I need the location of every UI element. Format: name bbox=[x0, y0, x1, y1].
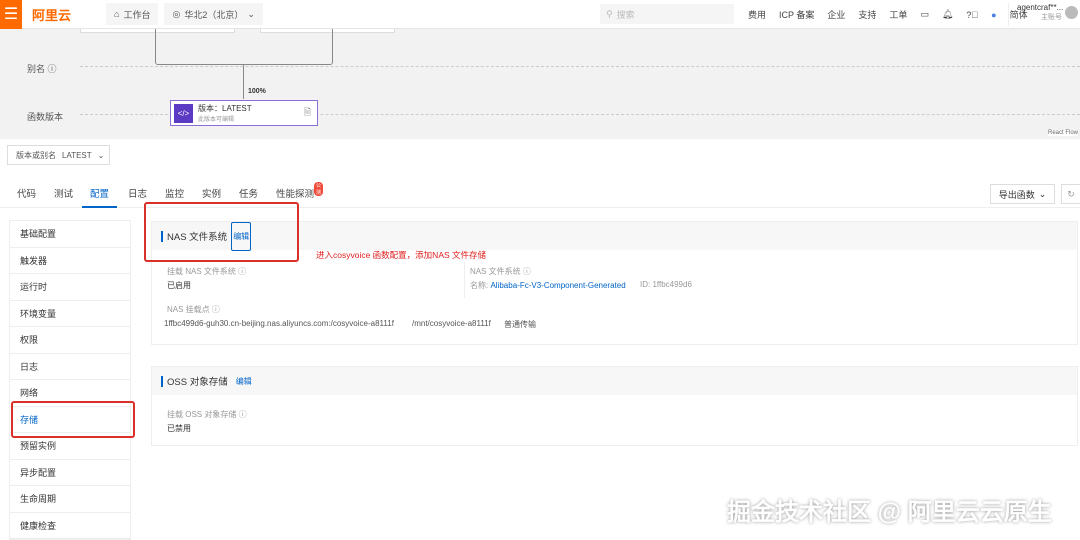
file-icon[interactable]: 🗎 bbox=[304, 105, 311, 121]
tab-code[interactable]: 代码 bbox=[17, 186, 36, 200]
traffic-percent: 100% bbox=[248, 88, 266, 95]
help-icon[interactable]: ?⃝ bbox=[966, 10, 978, 20]
nav-fee[interactable]: 费用 bbox=[748, 8, 766, 21]
refresh-icon: ↻ bbox=[1067, 189, 1075, 199]
nav-enterprise[interactable]: 企业 bbox=[827, 8, 845, 21]
tab-test[interactable]: 测试 bbox=[54, 186, 73, 200]
tab-instances[interactable]: 实例 bbox=[202, 186, 221, 200]
tab-tasks[interactable]: 任务 bbox=[239, 186, 258, 200]
nas-fs-label: NAS 文件系统 ⓘ bbox=[470, 267, 531, 276]
nas-fs-link[interactable]: Alibaba-Fc-V3-Component-Generated bbox=[490, 281, 625, 290]
version-label: 函数版本 bbox=[27, 112, 64, 122]
chevron-down-icon: ⌄ bbox=[247, 8, 255, 19]
search-input[interactable]: ⚲ 搜索 bbox=[600, 4, 734, 24]
config-sidebar: 基础配置 触发器 运行时 环境变量 权限 日志 网络 存储 预留实例 异步配置 … bbox=[9, 220, 131, 540]
beta-badge: 公测 bbox=[314, 182, 324, 196]
node-title: 版本：LATEST bbox=[198, 104, 252, 113]
alias-label: 别名 ⓘ bbox=[27, 64, 57, 74]
watermark: 掘金技术社区 @ 阿里云云原生 bbox=[727, 499, 1052, 526]
sidebar-item-async[interactable]: 异步配置 bbox=[10, 460, 130, 486]
highlight-box-storage bbox=[11, 401, 135, 438]
logo[interactable]: 阿里云 bbox=[32, 5, 100, 24]
avatar bbox=[1065, 6, 1078, 19]
nas-transport: 普通传输 bbox=[504, 320, 536, 329]
select-value: LATEST bbox=[62, 150, 92, 160]
export-function-button[interactable]: 导出函数 ⌄ bbox=[990, 184, 1055, 204]
oss-mount-label: 挂载 OSS 对象存储 ⓘ bbox=[167, 410, 247, 419]
nav-icp[interactable]: ICP 备案 bbox=[779, 8, 814, 21]
code-icon: </> bbox=[174, 103, 193, 123]
sidebar-item-basic[interactable]: 基础配置 bbox=[10, 221, 130, 248]
nas-mount-point-label: NAS 挂载点 ⓘ bbox=[167, 305, 220, 314]
version-alias-select[interactable]: 版本或别名 LATEST ⌄ bbox=[7, 145, 110, 165]
region-select[interactable]: ◎ 华北2（北京） ⌄ bbox=[164, 3, 263, 25]
tab-config[interactable]: 配置 bbox=[82, 186, 118, 208]
bell-icon[interactable]: 🔔︎ bbox=[942, 9, 953, 20]
username: agentcraf**... bbox=[1017, 3, 1064, 12]
user-menu[interactable]: agentcraf**... 主账号 bbox=[1008, 3, 1080, 26]
nas-mount-value: 已启用 bbox=[167, 281, 191, 290]
sidebar-item-health[interactable]: 健康检查 bbox=[10, 513, 130, 539]
menu-icon[interactable]: ☰ bbox=[0, 0, 22, 29]
sidebar-item-permissions[interactable]: 权限 bbox=[10, 327, 130, 354]
export-label: 导出函数 bbox=[998, 189, 1035, 200]
oss-mount-value: 已禁用 bbox=[167, 424, 191, 433]
select-label: 版本或别名 bbox=[16, 150, 56, 160]
annotation-text: 进入cosyvoice 函数配置，添加NAS 文件存储 bbox=[316, 250, 487, 260]
nas-fs-id: ID: 1ffbc499d6 bbox=[640, 280, 692, 289]
version-flow-canvas[interactable]: 别名 ⓘ 函数版本 100% </> 版本：LATEST 此版本可编辑 🗎 Rea… bbox=[0, 29, 1080, 139]
nas-mount-point: 1ffbc499d6-guh30.cn-beijing.nas.aliyuncs… bbox=[164, 319, 394, 328]
node-subtitle: 此版本可编辑 bbox=[198, 117, 235, 123]
assistant-icon[interactable]: ● bbox=[991, 10, 996, 20]
nav-ticket[interactable]: 工单 bbox=[889, 8, 907, 21]
version-node-latest[interactable]: </> 版本：LATEST 此版本可编辑 🗎 bbox=[170, 100, 318, 126]
refresh-button[interactable]: ↻ bbox=[1061, 184, 1080, 204]
chevron-down-icon: ⌄ bbox=[97, 150, 105, 160]
terminal-icon[interactable]: ▭ bbox=[920, 9, 929, 20]
oss-edit-link[interactable]: 编辑 bbox=[236, 376, 252, 387]
nav-support[interactable]: 支持 bbox=[858, 8, 876, 21]
workbench-label: 工作台 bbox=[123, 9, 151, 20]
nas-local-path: /mnt/cosyvoice-a8111f bbox=[412, 319, 491, 328]
oss-title: OSS 对象存储 bbox=[167, 377, 228, 388]
react-flow-attribution[interactable]: React Flow bbox=[1047, 130, 1078, 136]
oss-card: OSS 对象存储 编辑 挂载 OSS 对象存储 ⓘ 已禁用 bbox=[151, 366, 1078, 446]
search-placeholder: 搜索 bbox=[616, 9, 635, 20]
tab-perf[interactable]: 性能探测 公测 bbox=[276, 182, 324, 200]
sidebar-item-triggers[interactable]: 触发器 bbox=[10, 248, 130, 274]
sidebar-item-env[interactable]: 环境变量 bbox=[10, 301, 130, 327]
sidebar-item-runtime[interactable]: 运行时 bbox=[10, 274, 130, 301]
workbench-button[interactable]: ⌂ 工作台 bbox=[106, 3, 159, 25]
tab-logs[interactable]: 日志 bbox=[128, 186, 147, 200]
region-label: 华北2（北京） bbox=[184, 9, 244, 20]
tab-perf-label: 性能探测 bbox=[276, 189, 315, 200]
sidebar-item-lifecycle[interactable]: 生命周期 bbox=[10, 486, 130, 513]
nas-mount-label: 挂载 NAS 文件系统 ⓘ bbox=[167, 267, 247, 276]
home-icon: ⌂ bbox=[114, 9, 120, 19]
tab-monitor[interactable]: 监控 bbox=[165, 186, 184, 200]
sidebar-item-logs[interactable]: 日志 bbox=[10, 354, 130, 380]
location-icon: ◎ bbox=[172, 8, 181, 19]
search-icon: ⚲ bbox=[606, 8, 613, 19]
chevron-down-icon: ⌄ bbox=[1038, 188, 1047, 199]
nas-fs-name: 名称: Alibaba-Fc-V3-Component-Generated bbox=[470, 281, 626, 290]
highlight-box-nas bbox=[144, 202, 299, 262]
